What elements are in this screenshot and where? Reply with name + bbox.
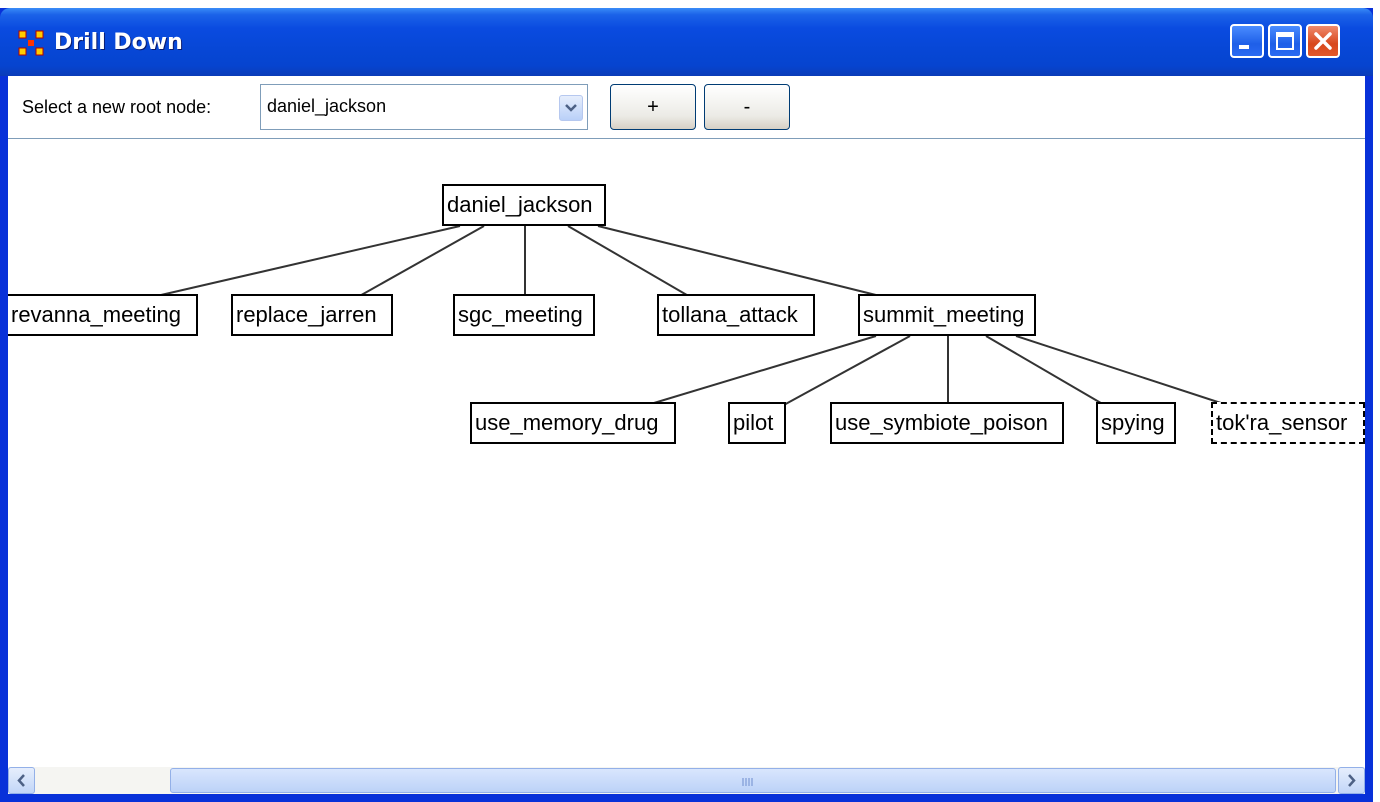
app-network-icon bbox=[18, 30, 44, 56]
zoom-out-button[interactable]: - bbox=[704, 84, 790, 130]
tree-node[interactable]: replace_jarren bbox=[231, 294, 393, 336]
edge-summit-sensor bbox=[1015, 335, 1231, 407]
tree-node[interactable]: spying bbox=[1096, 402, 1176, 444]
tree-node-selected[interactable]: tok'ra_sensor bbox=[1211, 402, 1365, 444]
tree-edges bbox=[147, 225, 1231, 407]
minimize-icon bbox=[1239, 45, 1249, 49]
edge-root-summit bbox=[597, 225, 889, 299]
edge-root-tollana bbox=[567, 225, 693, 299]
tree-node[interactable]: revanna_meeting bbox=[8, 294, 198, 336]
horizontal-scrollbar[interactable] bbox=[8, 767, 1365, 794]
scrollbar-thumb[interactable] bbox=[170, 768, 1336, 793]
window-title: Drill Down bbox=[54, 30, 183, 55]
tree-node[interactable]: use_memory_drug bbox=[470, 402, 676, 444]
toolbar: Select a new root node: daniel_jackson +… bbox=[8, 76, 1365, 139]
minimize-button[interactable] bbox=[1230, 24, 1264, 58]
root-node-label: Select a new root node: bbox=[22, 97, 212, 117]
close-button[interactable] bbox=[1306, 24, 1340, 58]
window-client-area: Select a new root node: daniel_jackson +… bbox=[8, 76, 1365, 794]
chevron-down-icon bbox=[565, 104, 577, 112]
tree-node[interactable]: use_symbiote_poison bbox=[830, 402, 1064, 444]
tree-node-root[interactable]: daniel_jackson bbox=[442, 184, 606, 226]
scroll-left-button[interactable] bbox=[8, 767, 35, 794]
tree-node[interactable]: sgc_meeting bbox=[453, 294, 595, 336]
drill-down-window: Drill Down Select a new root node: danie… bbox=[0, 8, 1373, 802]
zoom-in-button[interactable]: + bbox=[610, 84, 696, 130]
edge-summit-pilot bbox=[781, 335, 911, 407]
edge-summit-memory bbox=[643, 335, 877, 407]
maximize-icon bbox=[1276, 32, 1294, 50]
chevron-right-icon bbox=[1348, 774, 1356, 787]
tree-canvas[interactable]: daniel_jackson revanna_meeting replace_j… bbox=[8, 139, 1365, 767]
tree-node[interactable]: tollana_attack bbox=[657, 294, 815, 336]
tree-node[interactable]: pilot bbox=[728, 402, 786, 444]
scroll-right-button[interactable] bbox=[1338, 767, 1365, 794]
dropdown-button[interactable] bbox=[559, 95, 583, 121]
maximize-button[interactable] bbox=[1268, 24, 1302, 58]
edge-root-revanna bbox=[147, 225, 461, 299]
root-node-select-value: daniel_jackson bbox=[267, 96, 387, 116]
edge-root-replace bbox=[355, 225, 485, 299]
tree-node[interactable]: summit_meeting bbox=[858, 294, 1036, 336]
grip-icon bbox=[742, 778, 753, 786]
close-icon bbox=[1314, 32, 1332, 50]
root-node-select[interactable]: daniel_jackson bbox=[260, 84, 588, 130]
title-bar[interactable]: Drill Down bbox=[0, 8, 1373, 76]
chevron-left-icon bbox=[17, 774, 25, 787]
